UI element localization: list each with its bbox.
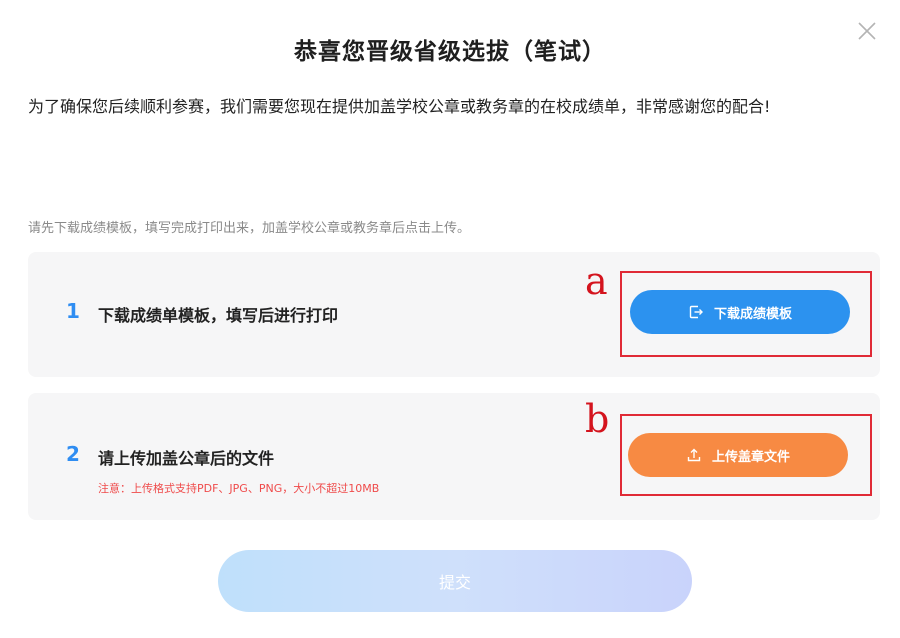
annotation-label-b: b (585, 397, 610, 441)
submit-button[interactable]: 提交 (218, 550, 692, 612)
annotation-box-b (620, 414, 872, 496)
step-title: 下载成绩单模板，填写后进行打印 (98, 306, 339, 325)
step-number: 1 (66, 299, 80, 323)
upload-format-note: 注意：上传格式支持PDF、JPG、PNG，大小不超过10MB (98, 482, 380, 495)
submit-label: 提交 (438, 573, 471, 592)
annotation-box-a (620, 271, 872, 357)
intro-text: 为了确保您后续顺利参赛，我们需要您现在提供加盖学校公章或教务章的在校成绩单，非常… (28, 97, 771, 116)
annotation-label-a: a (585, 259, 608, 303)
step-title: 请上传加盖公章后的文件 (98, 449, 275, 468)
instruction-hint: 请先下载成绩模板，填写完成打印出来，加盖学校公章或教务章后点击上传。 (28, 221, 471, 236)
step-number: 2 (66, 442, 80, 466)
dialog-title: 恭喜您晋级省级选拔（笔试） (294, 39, 606, 65)
